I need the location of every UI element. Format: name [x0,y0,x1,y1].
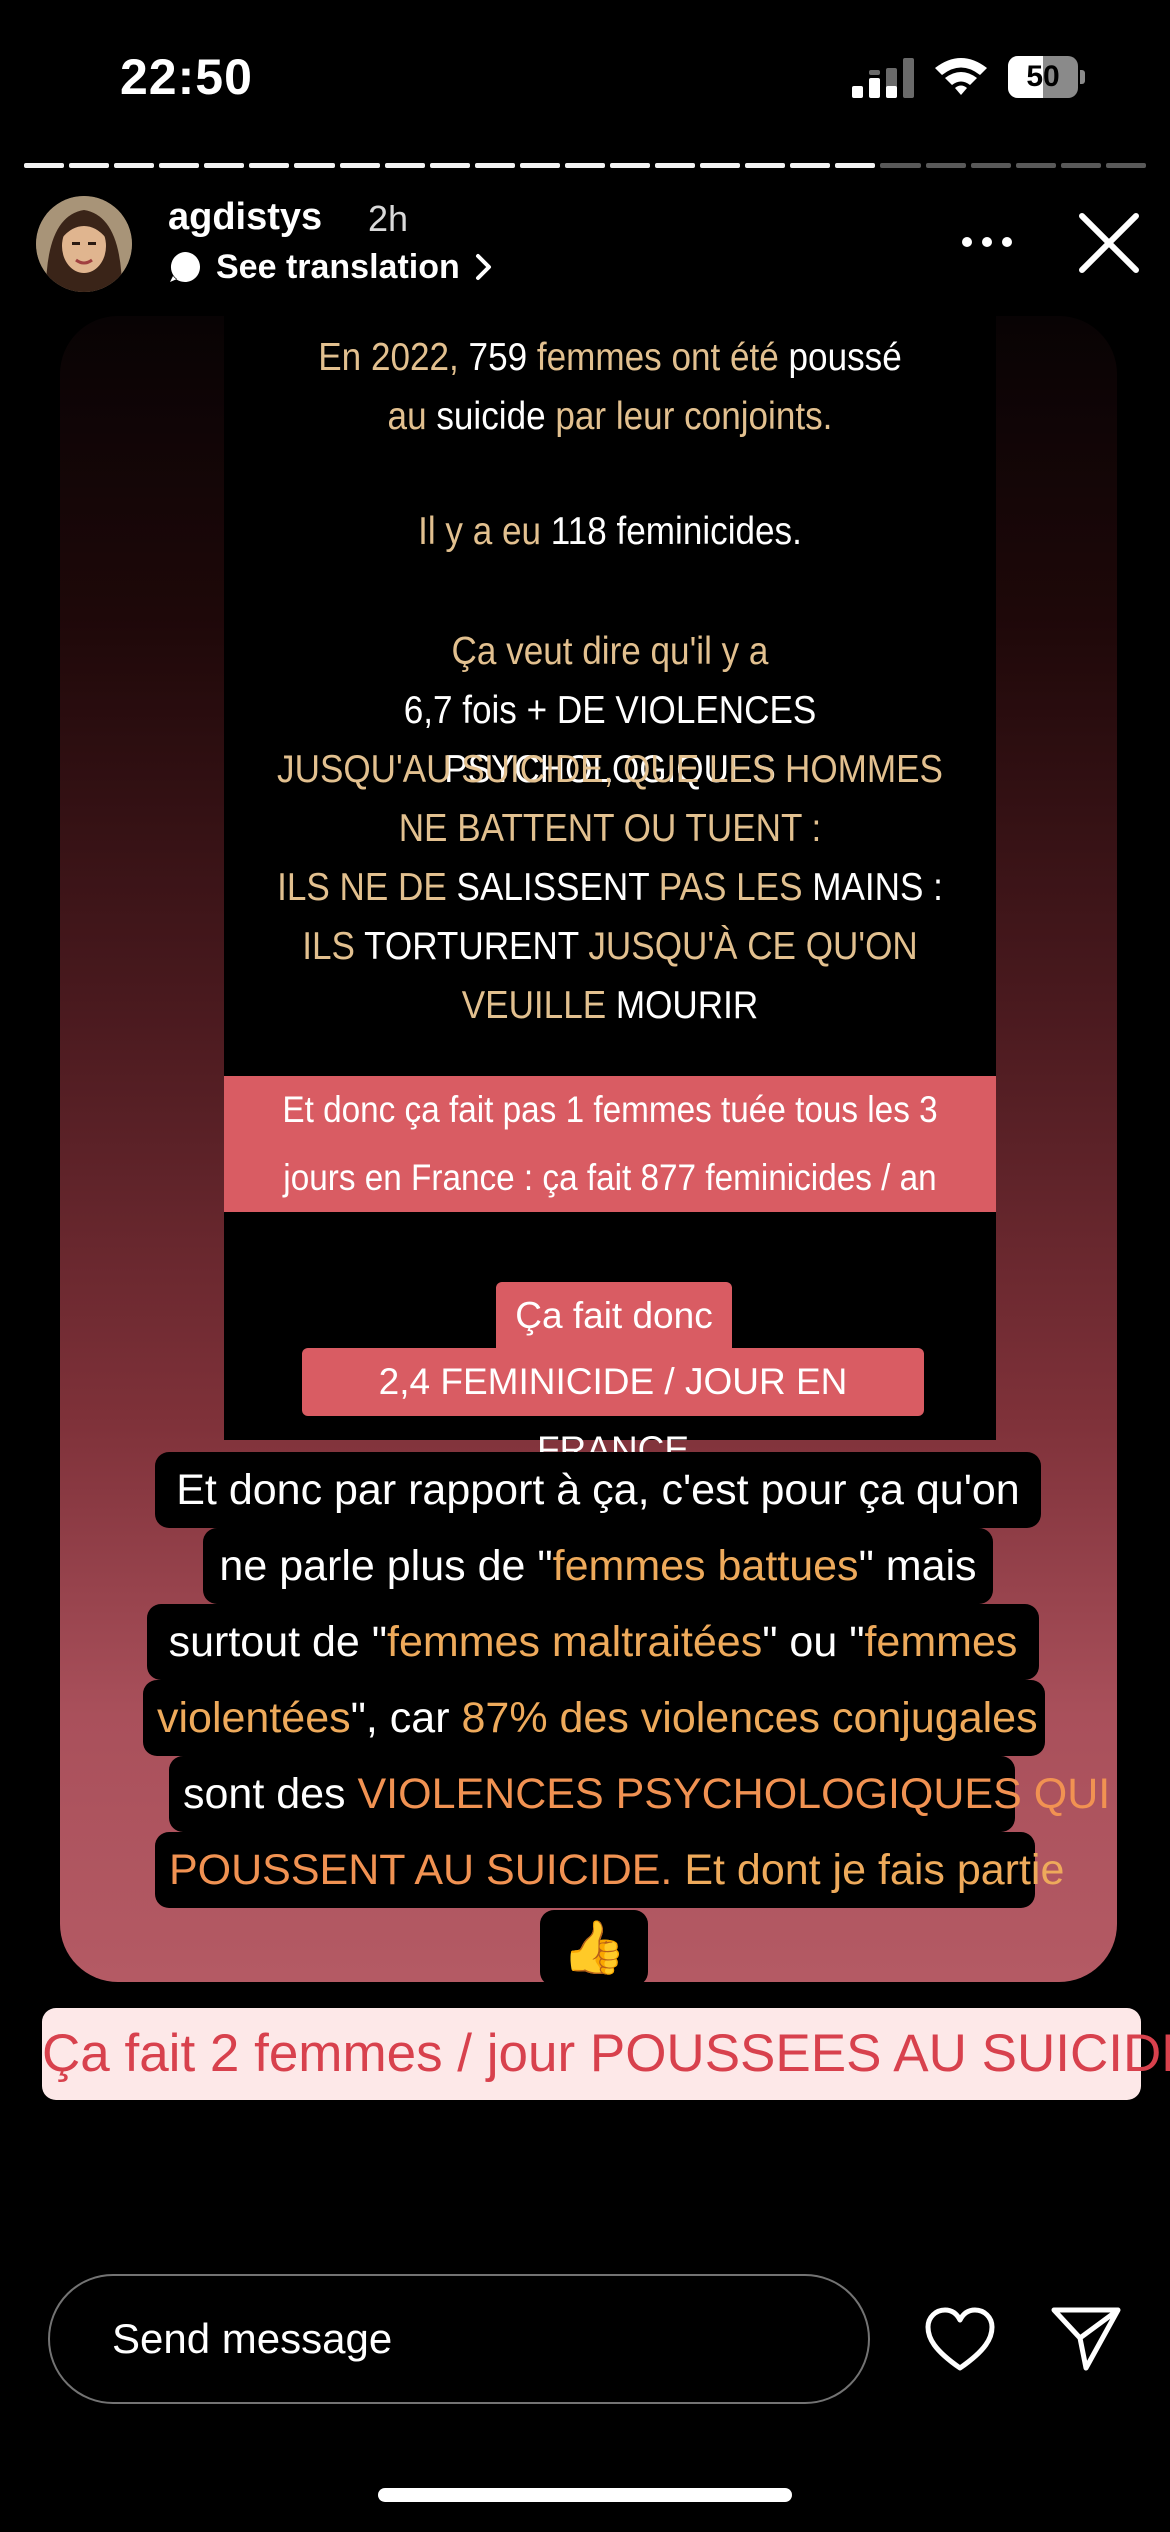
translate-bubble-icon [170,252,200,282]
comment-line-5: sont des VIOLENCES PSYCHOLOGIQUES QUI [169,1756,1110,1832]
wifi-icon [935,58,987,95]
story-progress-segment [159,163,200,168]
story-progress-segment [429,163,470,168]
see-translation-button[interactable]: See translation [168,244,494,290]
highlight-877-line-1: Et donc ça fait pas 1 femmes tuée tous l… [282,1089,938,1130]
story-progress-segment [700,163,741,168]
story-progress-segment [970,163,1011,168]
story-progress-segment [474,163,515,168]
story-progress-segment [745,163,786,168]
screenshot-line-9: ILS TORTURENT JUSQU'À CE QU'ON [302,925,918,968]
send-icon[interactable] [1050,2302,1122,2374]
screenshot-line-7: NE BATTENT OU TUENT : [398,807,822,850]
heart-icon[interactable] [924,2306,996,2372]
story-progress-segment [655,163,696,168]
highlight-box-2-4-feminicide: 2,4 FEMINICIDE / JOUR EN FRANCE [302,1348,924,1470]
story-progress-segment [24,163,65,168]
comment-line-6: POUSSENT AU SUICIDE. Et dont je fais par… [155,1832,1064,1908]
username[interactable]: agdistys [168,196,322,239]
thumbs-up-emoji: 👍 [540,1910,648,1986]
screenshot-line-6: JUSQU'AU SUICIDE, QUE LES HOMMES [277,748,943,791]
story-progress-segment [204,163,245,168]
see-translation-label: See translation [216,247,460,286]
home-indicator [378,2488,792,2502]
story-progress-segment [114,163,155,168]
story-progress-segment [294,163,335,168]
story-progress-segment [564,163,606,168]
send-message-input[interactable]: Send message [48,2274,870,2404]
screenshot-line-1: En 2022, 759 femmes ont été poussé [318,336,902,379]
comment-line-4: violentées", car 87% des violences conju… [143,1680,1045,1756]
story-progress-segment [1105,163,1146,168]
screenshot-line-10: VEUILLE MOURIR [461,984,759,1027]
embedded-screenshot: En 2022, 759 femmes ont été poussé au su… [224,316,996,1440]
story-progress-segment [1015,163,1056,168]
cellular-signal-icon [852,58,914,98]
story-progress-segment [1060,163,1101,168]
story-progress-segment [519,163,560,168]
comment-line-3: surtout de "femmes maltraitées" ou "femm… [147,1604,1039,1680]
story-progress-bar [24,163,1146,168]
more-options-icon[interactable] [958,222,1016,262]
chevron-right-icon [475,254,491,280]
highlight-box-ca-fait-donc: Ça fait donc [496,1282,732,1350]
post-timestamp: 2h [368,198,409,239]
story-progress-segment [69,163,110,168]
status-time: 22:50 [120,49,253,105]
avatar[interactable] [36,196,132,292]
highlight-877-line-2: jours en France : ça fait 877 feminicide… [283,1157,937,1198]
story-progress-segment [384,163,425,168]
story-progress-segment [880,163,921,168]
story-progress-segment [339,163,380,168]
story-progress-segment [790,163,831,168]
story-progress-segment [249,163,290,168]
comment-line-1: Et donc par rapport à ça, c'est pour ça … [155,1452,1041,1528]
screenshot-line-4: Ça veut dire qu'il y a [451,630,769,673]
highlight-box-877: Et donc ça fait pas 1 femmes tuée tous l… [224,1076,996,1212]
screenshot-line-8: ILS NE DE SALISSENT PAS LES MAINS : [277,866,943,909]
story-progress-segment [835,163,876,168]
screenshot-line-2: au suicide par leur conjoints. [387,395,833,438]
comment-line-2: ne parle plus de "femmes battues" mais [203,1528,993,1604]
story-caption: Ça fait 2 femmes / jour POUSSEES AU SUIC… [42,2008,1170,2100]
battery-indicator: 50 [1008,56,1085,98]
story-progress-segment [925,163,966,168]
screenshot-line-3: Il y a eu 118 feminicides. [418,510,802,553]
battery-percentage: 50 [1026,60,1060,93]
close-icon[interactable] [1078,212,1140,274]
story-progress-segment [610,163,651,168]
